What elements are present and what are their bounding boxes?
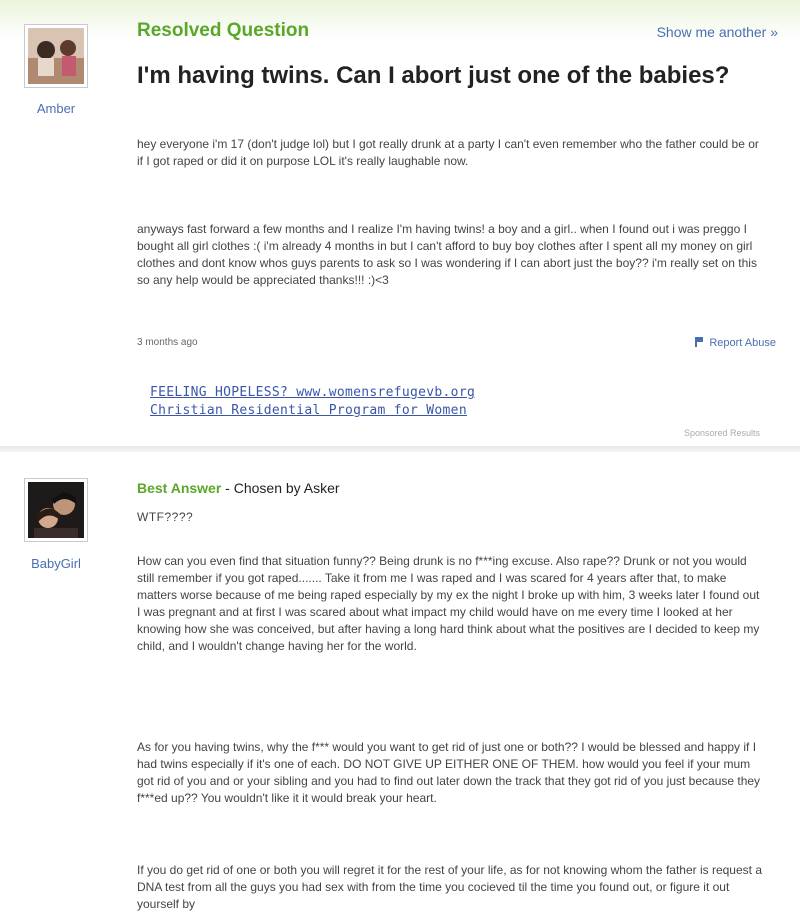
asker-name[interactable]: Amber xyxy=(16,101,96,116)
ad-link-title[interactable]: FEELING HOPELESS? www.womensrefugevb.org xyxy=(150,385,475,400)
ad-link-description[interactable]: Christian Residential Program for Women xyxy=(150,403,467,418)
report-abuse-label: Report Abuse xyxy=(709,337,776,349)
resolved-heading: Resolved Question xyxy=(137,20,310,41)
show-another-link[interactable]: Show me another » xyxy=(657,24,778,40)
sponsored-label: Sponsored Results xyxy=(683,428,760,438)
question-body-1: hey everyone i'm 17 (don't judge lol) bu… xyxy=(137,137,759,168)
answer-panel xyxy=(0,452,800,919)
question-title: I'm having twins. Can I abort just one o… xyxy=(137,62,730,89)
chosen-by-asker: - Chosen by Asker xyxy=(221,480,340,496)
answer-body-2: As for you having twins, why the f*** wo… xyxy=(137,740,761,805)
question-time: 3 months ago xyxy=(137,337,198,348)
question-body-2: anyways fast forward a few months and I … xyxy=(137,222,757,287)
answerer-avatar[interactable] xyxy=(24,478,88,542)
best-answer-heading: Best Answer - Chosen by Asker xyxy=(137,480,340,496)
answerer-name[interactable]: BabyGirl xyxy=(16,556,96,571)
flag-icon xyxy=(695,337,705,347)
answer-body-3: If you do get rid of one or both you wil… xyxy=(137,863,762,911)
answer-lead: WTF???? xyxy=(137,510,194,524)
answer-body-1: How can you even find that situation fun… xyxy=(137,554,760,653)
report-abuse-link[interactable]: Report Abuse xyxy=(695,336,776,349)
answerer-photo xyxy=(28,482,84,538)
best-answer-label: Best Answer xyxy=(137,480,222,496)
asker-avatar[interactable] xyxy=(24,24,88,88)
asker-photo xyxy=(28,28,84,84)
question-panel: Amber Resolved Question Show me another … xyxy=(0,0,800,448)
